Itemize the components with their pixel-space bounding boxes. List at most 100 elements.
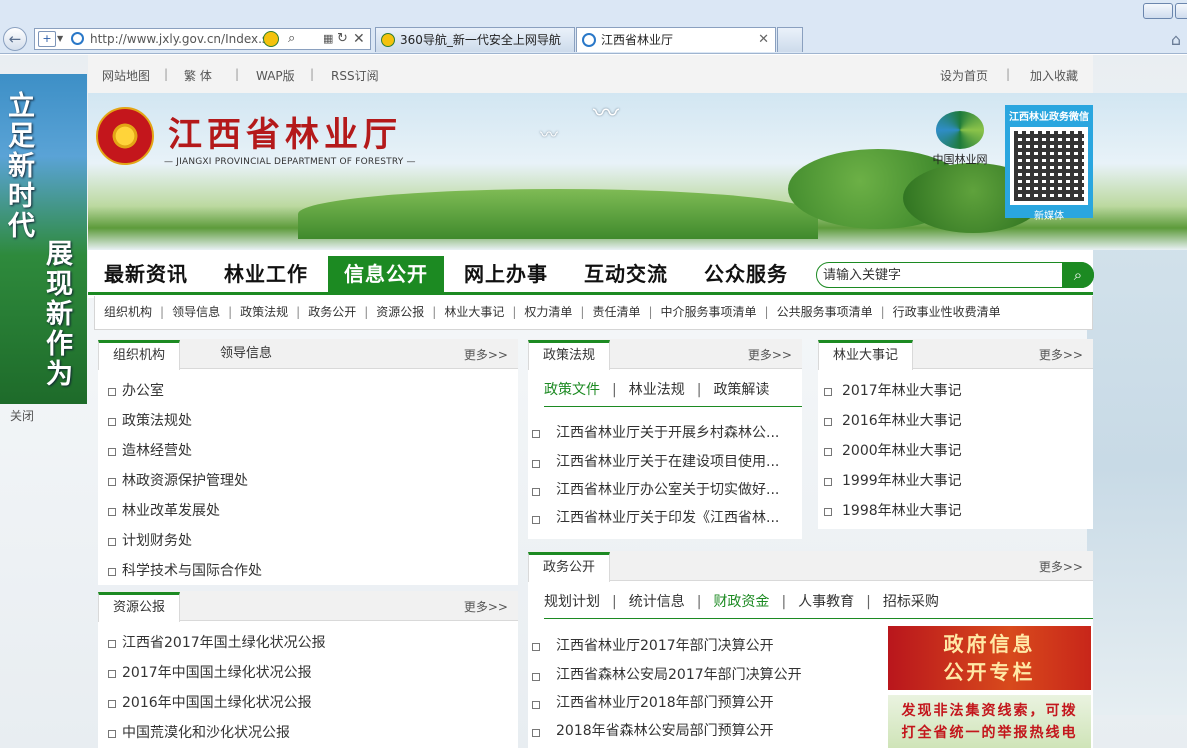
close-tab-icon[interactable]: ✕ [758,28,769,52]
tab-leaders[interactable]: 领导信息 [206,340,286,370]
list-item[interactable]: 江西省林业厅关于开展乡村森林公... [532,418,779,448]
panel-header: 林业大事记 更多>> [818,339,1093,370]
list-item[interactable]: 2018年省森林公安局部门预算公开 [532,717,802,745]
list-item[interactable]: 造林经营处 [108,436,262,466]
more-link[interactable]: 更多>> [1039,558,1083,575]
tab-policy[interactable]: 政策法规 [528,340,611,370]
nav-latest-news[interactable]: 最新资讯 [88,256,204,292]
subnav-item[interactable]: 政务公开 [308,305,356,319]
more-link[interactable]: 更多>> [748,346,792,363]
refresh-icon[interactable]: ↻ [337,29,348,49]
list-item[interactable]: 江西省林业厅2018年部门预算公开 [532,689,802,717]
tab-org[interactable]: 组织机构 [98,340,181,370]
panel-header: 政策法规 更多>> [528,339,802,370]
subnav-item[interactable]: 公共服务事项清单 [777,305,873,319]
list-item[interactable]: 计划财务处 [108,526,262,556]
list-item[interactable]: 江西省森林公安局2017年部门决算公开 [532,661,802,689]
list-item[interactable]: 1999年林业大事记 [824,466,962,496]
subnav-item[interactable]: 领导信息 [172,305,220,319]
tab-affairs[interactable]: 政务公开 [528,552,611,582]
compat-icon[interactable]: + [38,31,56,47]
search-input[interactable] [823,266,1053,284]
add-favorite-link[interactable]: 加入收藏 [1030,67,1078,84]
rss-link[interactable]: RSS订阅 [331,67,379,84]
nav-public-service[interactable]: 公众服务 [688,256,804,292]
search-icon[interactable]: ⌕ [288,29,295,49]
subtab-policy-docs[interactable]: 政策文件 [544,377,600,407]
address-bar[interactable]: + ▼ http://www.jxly.gov.cn/Index.s ⌕ ▦ ↻… [34,28,371,50]
ad-close-button[interactable]: 关闭 [10,407,34,424]
list-item[interactable]: 1998年林业大事记 [824,496,962,526]
site-title[interactable]: 江西省林业厅 [168,107,402,156]
list-item[interactable]: 中国荒漠化和沙化状况公报 [108,718,326,748]
list-item[interactable]: 2017年林业大事记 [824,376,962,406]
subtab-bidding[interactable]: 招标采购 [883,589,939,619]
set-home-link[interactable]: 设为首页 [940,67,988,84]
list-item[interactable]: 林业改革发展处 [108,496,262,526]
subtab-policy-interpretation[interactable]: 政策解读 [713,377,769,407]
china-forestry-logo[interactable]: 中国林业网 [926,111,994,171]
compat-view-icon[interactable]: ▦ [323,29,333,49]
nav-interaction[interactable]: 互动交流 [568,256,684,292]
subnav-item[interactable]: 资源公报 [376,305,424,319]
stop-icon[interactable]: ✕ [353,29,365,49]
wap-link[interactable]: WAP版 [256,67,295,84]
search-icon: ⌕ [1073,266,1083,284]
more-link[interactable]: 更多>> [464,598,508,615]
subnav-item[interactable]: 组织机构 [104,305,152,319]
list-item[interactable]: 江西省林业厅关于在建设项目使用... [532,448,779,476]
sitemap-link[interactable]: 网站地图 [102,67,150,84]
more-link[interactable]: 更多>> [464,346,508,363]
subnav-item[interactable]: 权力清单 [524,305,572,319]
events-list: 2017年林业大事记 2016年林业大事记 2000年林业大事记 1999年林业… [824,376,962,526]
site-banner: ★ 江西省林业厅 — JIANGXI PROVINCIAL DEPARTMENT… [88,93,1187,250]
float-ad[interactable]: 立足新时代 展现新作为 [0,74,87,404]
subtab-finance[interactable]: 财政资金 [713,589,769,619]
report-hotline-banner[interactable]: 发现非法集资线索，可拨 打全省统一的举报热线电 [888,695,1091,748]
nav-info-disclosure[interactable]: 信息公开 [328,256,444,292]
nav-underline [88,292,1093,295]
more-link[interactable]: 更多>> [1039,346,1083,363]
list-item[interactable]: 政策法规处 [108,406,262,436]
url-text[interactable]: http://www.jxly.gov.cn/Index.s [90,29,268,49]
back-button[interactable]: ← [3,27,27,51]
search-button[interactable]: ⌕ [1062,262,1094,288]
subnav-item[interactable]: 行政事业性收费清单 [893,305,1001,319]
list-item[interactable]: 2017年中国国土绿化状况公报 [108,658,326,688]
list-item[interactable]: 江西省林业厅办公室关于切实做好... [532,476,779,504]
subtab-statistics[interactable]: 统计信息 [629,589,685,619]
traditional-link[interactable]: 繁 体 [184,67,212,84]
subtab-personnel[interactable]: 人事教育 [798,589,854,619]
subnav-item[interactable]: 政策法规 [240,305,288,319]
list-item[interactable]: 2016年林业大事记 [824,406,962,436]
subtab-forestry-laws[interactable]: 林业法规 [629,377,685,407]
list-item[interactable]: 办公室 [108,376,262,406]
nav-online-service[interactable]: 网上办事 [448,256,564,292]
tab-resource[interactable]: 资源公报 [98,592,181,622]
home-icon[interactable]: ⌂ [1171,30,1181,49]
tab-360-nav[interactable]: 360导航_新一代安全上网导航 [375,27,575,52]
security-icon[interactable] [263,31,279,47]
tab-jxly[interactable]: 江西省林业厅 ✕ [576,27,776,52]
tab-events[interactable]: 林业大事记 [818,340,914,370]
restore-button[interactable] [1175,3,1187,19]
list-item[interactable]: 江西省2017年国土绿化状况公报 [108,628,326,658]
list-item[interactable]: 林政资源保护管理处 [108,466,262,496]
subnav-item[interactable]: 中介服务事项清单 [661,305,757,319]
affairs-subtabs: 规划计划 | 统计信息 | 财政资金 | 人事教育 | 招标采购 [544,589,1093,619]
separator: | [310,67,315,81]
dropdown-icon[interactable]: ▼ [57,29,63,49]
list-item[interactable]: 科学技术与国际合作处 [108,556,262,586]
list-item[interactable]: 江西省林业厅2017年部门决算公开 [532,631,802,661]
new-tab-button[interactable] [777,27,803,52]
subtab-planning[interactable]: 规划计划 [544,589,600,619]
list-item[interactable]: 2016年中国国土绿化状况公报 [108,688,326,718]
subnav-item[interactable]: 责任清单 [592,305,640,319]
subnav-item[interactable]: 林业大事记 [444,305,504,319]
list-item[interactable]: 江西省林业厅关于印发《江西省林... [532,504,779,532]
gov-info-banner[interactable]: 政府信息 公开专栏 [888,626,1091,690]
minimize-button[interactable] [1143,3,1173,19]
nav-forestry-work[interactable]: 林业工作 [208,256,324,292]
national-emblem-icon: ★ [96,107,154,165]
list-item[interactable]: 2000年林业大事记 [824,436,962,466]
